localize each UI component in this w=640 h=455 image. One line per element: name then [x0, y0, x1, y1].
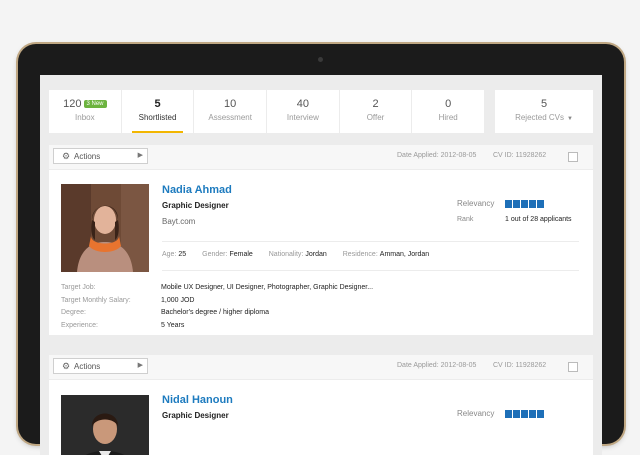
relevancy-label: Relevancy [457, 409, 495, 418]
relevancy-bar [537, 410, 544, 418]
card-header: ⚙ Actions ▶ Date Applied: 2012-08-05 CV I… [49, 145, 593, 170]
gender-value: Female [229, 251, 253, 258]
relevancy-bar [537, 200, 544, 208]
relevancy-bar [529, 200, 536, 208]
relevancy-meter [505, 200, 544, 208]
tab-label: Offer [366, 113, 385, 122]
card-header: ⚙ Actions ▶ Date Applied: 2012-08-05 CV I… [49, 355, 593, 380]
candidate-card: ⚙ Actions ▶ Date Applied: 2012-08-05 CV I… [49, 145, 593, 335]
age-label: Age: [162, 251, 177, 258]
chevron-right-icon: ▶ [137, 152, 143, 159]
tab-count: 10 [224, 98, 237, 110]
detail-value: Mobile UX Designer, UI Designer, Photogr… [161, 284, 374, 291]
detail-key: Target Job: [61, 284, 96, 291]
tab-inbox[interactable]: 120 3 New Inbox [49, 90, 122, 133]
age-value: 25 [178, 251, 187, 258]
relevancy-bar [521, 200, 528, 208]
relevancy-meter [505, 410, 544, 418]
tab-count: 5 [154, 98, 161, 110]
actions-label: Actions [74, 362, 101, 371]
select-checkbox[interactable] [568, 362, 578, 372]
gender-label: Gender: [202, 251, 228, 258]
relevancy-bar [513, 410, 520, 418]
tab-shortlisted[interactable]: 5 Shortlisted [122, 90, 195, 133]
actions-label: Actions [74, 152, 101, 161]
webcam [318, 57, 323, 62]
rejected-count: 5 [540, 98, 548, 110]
residence-label: Residence: [342, 251, 378, 258]
nationality-value: Jordan [305, 251, 327, 258]
detail-row: Experience: 5 Years [61, 322, 373, 335]
candidate-card: ⚙ Actions ▶ Date Applied: 2012-08-05 CV I… [49, 355, 593, 455]
divider [162, 270, 579, 271]
cv-id: CV ID: 11928262 [493, 362, 547, 369]
screen: 120 3 New Inbox 5 Shortlisted 10 Assessme… [40, 75, 602, 455]
tab-count: 2 [372, 98, 379, 110]
tab-offer[interactable]: 2 Offer [340, 90, 413, 133]
gear-icon: ⚙ [62, 361, 71, 371]
new-badge: 3 New [83, 100, 107, 108]
candidate-photo[interactable] [61, 184, 149, 272]
tab-count: 0 [445, 98, 452, 110]
stage-tabs: 120 3 New Inbox 5 Shortlisted 10 Assessme… [49, 90, 484, 133]
candidate-facts: Age: 25 Gender: Female Nationality: Jordan … [162, 251, 443, 258]
candidate-company: Bayt.com [162, 217, 196, 226]
candidate-job-title: Graphic Designer [162, 411, 229, 420]
detail-key: Experience: [61, 321, 98, 329]
nationality-label: Nationality: [268, 251, 304, 258]
tab-assessment[interactable]: 10 Assessment [194, 90, 268, 133]
tab-label: Shortlisted [138, 113, 177, 122]
chevron-down-icon: ▼ [566, 116, 573, 122]
tab-hired[interactable]: 0 Hired [412, 90, 484, 133]
tab-label: Hired [438, 113, 458, 122]
rejected-cvs-dropdown[interactable]: 5 Rejected CVs ▼ [495, 90, 593, 133]
gear-icon: ⚙ [62, 151, 71, 161]
date-applied: Date Applied: 2012-08-05 [397, 362, 477, 369]
candidate-job-title: Graphic Designer [162, 201, 229, 210]
actions-button[interactable]: ⚙ Actions ▶ [53, 358, 148, 374]
laptop-frame: 120 3 New Inbox 5 Shortlisted 10 Assessme… [18, 44, 624, 455]
cv-id: CV ID: 11928262 [493, 152, 547, 159]
tab-label: Interview [286, 113, 319, 122]
rank-label: Rank [457, 216, 474, 223]
relevancy-bar [529, 410, 536, 418]
detail-row: Target Job: Mobile UX Designer, UI Design… [61, 284, 373, 297]
relevancy-label: Relevancy [457, 199, 495, 208]
tab-label: Inbox [75, 113, 95, 122]
detail-row: Target Monthly Salary: 1,000 JOD [61, 297, 373, 310]
date-applied: Date Applied: 2012-08-05 [397, 152, 477, 159]
residence-value: Amman, Jordan [379, 251, 430, 258]
candidate-name[interactable]: Nidal Hanoun [162, 394, 233, 406]
actions-button[interactable]: ⚙ Actions ▶ [53, 148, 148, 164]
detail-row: Degree: Bachelor's degree / higher diplom… [61, 309, 373, 322]
relevancy-bar [513, 200, 520, 208]
detail-value: 1,000 JOD [161, 296, 195, 304]
divider [162, 241, 579, 242]
relevancy-bar [521, 410, 528, 418]
relevancy-bar [505, 410, 512, 418]
tab-interview[interactable]: 40 Interview [267, 90, 340, 133]
tab-label: Assessment [208, 113, 252, 122]
tab-count: 40 [296, 98, 309, 110]
relevancy-bar [505, 200, 512, 208]
select-checkbox[interactable] [568, 152, 578, 162]
candidate-photo[interactable] [61, 395, 149, 455]
detail-value: Bachelor's degree / higher diploma [161, 309, 269, 316]
candidate-details: Target Job: Mobile UX Designer, UI Design… [61, 284, 373, 334]
detail-key: Target Monthly Salary: [61, 296, 131, 304]
rank-value: 1 out of 28 applicants [505, 216, 572, 223]
detail-key: Degree: [61, 309, 86, 316]
pipeline-tabs: 120 3 New Inbox 5 Shortlisted 10 Assessme… [49, 90, 593, 133]
chevron-right-icon: ▶ [137, 362, 143, 369]
candidate-name[interactable]: Nadia Ahmad [162, 184, 232, 196]
rejected-label: Rejected CVs [515, 113, 564, 122]
detail-value: 5 Years [161, 321, 185, 329]
tab-count: 120 [63, 98, 82, 110]
